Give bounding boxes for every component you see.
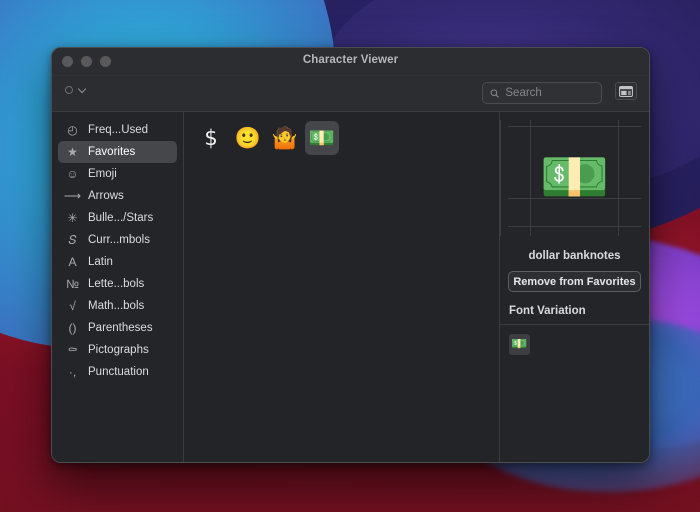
character-grid-pane[interactable]: $ 🙂 🤷 💵 [184,112,499,462]
character-cell-slightly-smiling-face[interactable]: 🙂 [231,121,265,155]
search-icon [490,88,499,98]
window-body: ◴ Freq...Used ★ Favorites ☺ Emoji ⟶ Arrows ✳ Bull… [52,112,649,462]
category-sidebar: ◴ Freq...Used ★ Favorites ☺ Emoji ⟶ Arrows ✳ Bull… [52,112,184,462]
character-cell-dollar-banknotes[interactable]: 💵 [305,121,339,155]
chevron-down-icon [78,85,87,94]
sidebar-item-latin[interactable]: A Latin [58,251,177,273]
punctuation-icon: ·, [68,365,77,379]
letter-a-icon: A [68,255,77,269]
desktop: Character Viewer Search ◴ Freq...Used ★ … [0,0,700,512]
sidebar-item-freq-used[interactable]: ◴ Freq...Used [58,119,177,141]
sidebar-item-label: Curr...mbols [88,234,150,246]
sidebar-item-arrows[interactable]: ⟶ Arrows [58,185,177,207]
panel-layout-glyph [619,85,633,97]
sidebar-item-label: Latin [88,256,113,268]
sidebar-item-pictographs[interactable]: ⚰ Pictographs [58,339,177,361]
sidebar-item-label: Freq...Used [88,124,149,136]
search-field[interactable] [482,82,602,104]
arrow-right-icon: ⟶ [63,189,82,203]
sidebar-item-label: Parentheses [88,322,153,334]
detail-pane: 💵 dollar banknotes Remove from Favorites… [499,112,649,462]
square-root-icon: √ [69,299,76,313]
character-name: dollar banknotes [528,250,621,262]
toolbar [52,76,649,112]
font-variation-cell[interactable]: 💵 [509,334,530,355]
character-cell-dollar-sign[interactable]: $ [194,121,228,155]
sidebar-item-punctuation[interactable]: ·, Punctuation [58,361,177,383]
parentheses-icon: () [68,321,77,335]
sidebar-item-emoji[interactable]: ☺ Emoji [58,163,177,185]
sidebar-item-parentheses[interactable]: () Parentheses [58,317,177,339]
star-icon: ★ [67,145,78,159]
character-cell-person-shrugging[interactable]: 🤷 [268,121,302,155]
window-panel-icon[interactable] [615,82,637,100]
character-viewer-window: Character Viewer Search ◴ Freq...Used ★ … [51,47,650,463]
search-input[interactable] [505,87,594,99]
smiley-icon: ☺ [66,167,79,181]
sidebar-item-label: Math...bols [88,300,145,312]
font-variation-list: 💵 [500,325,649,462]
sidebar-item-bulle-stars[interactable]: ✳ Bulle.../Stars [58,207,177,229]
sidebar-item-curr-mbols[interactable]: 𝑆 Curr...mbols [58,229,177,251]
sidebar-item-label: Pictographs [88,344,149,356]
sidebar-item-label: Lette...bols [88,278,145,290]
window-titlebar: Character Viewer [52,48,649,76]
sidebar-item-label: Arrows [88,190,124,202]
pictograph-icon: ⚰ [67,343,78,357]
character-preview: 💵 [500,112,649,244]
sidebar-item-lette-bols[interactable]: № Lette...bols [58,273,177,295]
sidebar-item-label: Punctuation [88,366,149,378]
preview-glyph: 💵 [539,145,610,210]
sidebar-item-label: Bulle.../Stars [88,212,154,224]
remove-from-favorites-button[interactable]: Remove from Favorites [508,271,641,292]
dollar-sign-icon: 𝑆 [68,233,77,247]
character-grid: $ 🙂 🤷 💵 [194,121,499,155]
sidebar-item-label: Favorites [88,146,136,158]
numero-icon: № [66,277,79,291]
sidebar-item-label: Emoji [88,168,117,180]
asterisk-icon: ✳ [67,211,78,225]
gear-icon [65,85,73,94]
window-title: Character Viewer [302,54,399,66]
font-variation-title: Font Variation [509,305,586,317]
sidebar-item-math-bols[interactable]: √ Math...bols [58,295,177,317]
sidebar-item-favorites[interactable]: ★ Favorites [58,141,177,163]
clock-icon: ◴ [67,123,78,137]
action-menu-button[interactable] [65,85,87,94]
